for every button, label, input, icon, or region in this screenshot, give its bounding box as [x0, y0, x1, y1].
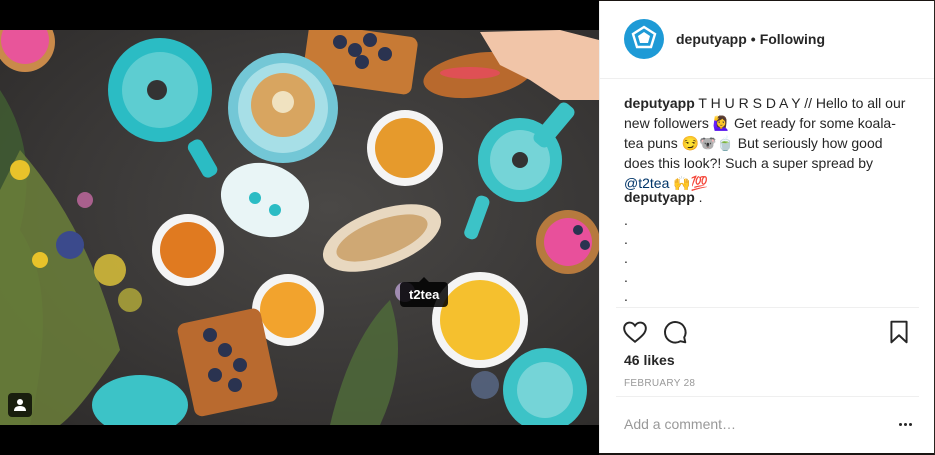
more-dot — [898, 422, 902, 426]
likes-count[interactable]: 46 likes — [624, 352, 675, 368]
more-options-icon[interactable] — [895, 415, 915, 433]
actions-divider — [616, 307, 919, 308]
comment-entry: deputyapp . . . . . . — [624, 188, 914, 306]
post-caption: deputyapp T H U R S D A Y // Hello to al… — [624, 93, 914, 193]
header-username[interactable]: deputyapp — [676, 31, 747, 47]
photo-illustration — [0, 30, 599, 425]
header-user-line: deputyapp • Following — [676, 31, 825, 47]
photo-letterbox-top — [0, 0, 599, 30]
heart-icon-glyph — [623, 321, 647, 343]
post-photo-area: t2tea — [0, 0, 599, 455]
person-icon-glyph — [14, 399, 26, 411]
avatar[interactable] — [624, 19, 664, 59]
comment-icon-glyph — [664, 321, 687, 344]
post-detail-panel: deputyapp • Following deputyapp T H U R S … — [599, 1, 935, 453]
comment-dot-line: . — [624, 231, 628, 247]
comment-bar — [616, 396, 919, 453]
bookmark-icon[interactable] — [886, 319, 912, 345]
comment-dot-line: . — [624, 269, 628, 285]
post-header: deputyapp • Following — [600, 1, 935, 79]
comment-dot-line: . — [624, 288, 628, 304]
photo-letterbox-bottom — [0, 425, 599, 455]
comment-dot-line: . — [624, 212, 628, 228]
caption-username[interactable]: deputyapp — [624, 95, 695, 111]
heart-icon[interactable] — [622, 319, 648, 345]
header-separator: • — [750, 31, 756, 47]
comment-text: . — [694, 189, 703, 205]
more-dot — [903, 422, 907, 426]
comment-dots-list: . . . . . — [624, 211, 914, 306]
comment-dot-line: . — [624, 250, 628, 266]
photo-user-tag[interactable]: t2tea — [400, 277, 449, 307]
comment-input[interactable] — [624, 413, 874, 435]
deputy-logo-icon — [631, 25, 657, 49]
post-date: FEBRUARY 28 — [624, 378, 696, 389]
post-photo[interactable]: t2tea — [0, 30, 599, 425]
bookmark-icon-glyph — [890, 320, 908, 344]
more-dot — [908, 422, 912, 426]
person-icon[interactable] — [8, 393, 32, 417]
comment-icon[interactable] — [662, 319, 688, 345]
follow-status-button[interactable]: Following — [760, 31, 825, 47]
comment-username[interactable]: deputyapp — [624, 189, 695, 205]
